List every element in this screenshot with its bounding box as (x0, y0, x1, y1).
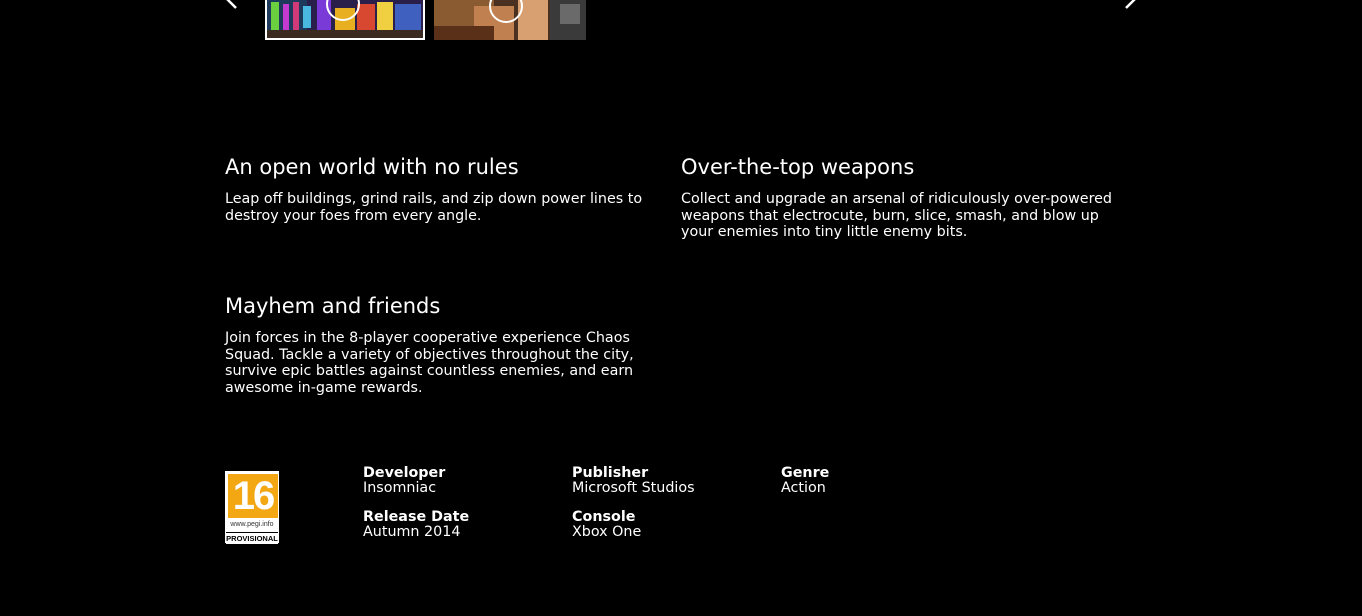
developer-label: Developer (363, 465, 446, 481)
publisher-label: Publisher (572, 465, 649, 481)
console-label: Console (572, 509, 636, 525)
next-media-button[interactable] (1120, 0, 1140, 12)
publisher-detail: Publisher Microsoft Studios (572, 466, 695, 496)
chevron-right-icon (1125, 0, 1136, 9)
pegi-website: www.pegi.info (230, 521, 274, 528)
chevron-left-icon (226, 0, 237, 9)
developer-value: Insomniac (363, 480, 437, 496)
feature-open-world: An open world with no rules Leap off bui… (225, 154, 665, 224)
release-date-detail: Release Date Autumn 2014 (363, 510, 469, 540)
gameplay-screenshot-image (267, 0, 423, 38)
genre-detail: Genre Action (781, 466, 829, 496)
feature-title: Mayhem and friends (225, 294, 441, 318)
feature-title: An open world with no rules (225, 155, 519, 179)
genre-label: Genre (781, 465, 830, 481)
release-date-value: Autumn 2014 (363, 524, 461, 540)
previous-media-button[interactable] (222, 0, 242, 12)
console-detail: Console Xbox One (572, 510, 641, 540)
feature-title: Over-the-top weapons (681, 155, 915, 179)
feature-mayhem: Mayhem and friends Join forces in the 8-… (225, 293, 665, 396)
pegi-age-rating: 16 (228, 474, 278, 518)
game-details-page: An open world with no rules Leap off bui… (0, 0, 1362, 616)
feature-description: Leap off buildings, grind rails, and zip… (225, 191, 643, 224)
feature-weapons: Over-the-top weapons Collect and upgrade… (681, 154, 1121, 241)
release-date-label: Release Date (363, 509, 470, 525)
developer-detail: Developer Insomniac (363, 466, 445, 496)
media-thumbnail-2[interactable] (434, 0, 586, 40)
pegi-rating-badge: 16 www.pegi.info PROVISIONAL (225, 471, 279, 544)
publisher-value: Microsoft Studios (572, 480, 695, 496)
pegi-status: PROVISIONAL (226, 532, 278, 544)
media-thumbnail-1[interactable] (265, 0, 425, 40)
feature-description: Collect and upgrade an arsenal of ridicu… (681, 191, 1113, 240)
genre-value: Action (781, 480, 826, 496)
feature-description: Join forces in the 8-player cooperative … (225, 330, 634, 396)
gameplay-screenshot-image (434, 0, 586, 40)
console-value: Xbox One (572, 524, 642, 540)
